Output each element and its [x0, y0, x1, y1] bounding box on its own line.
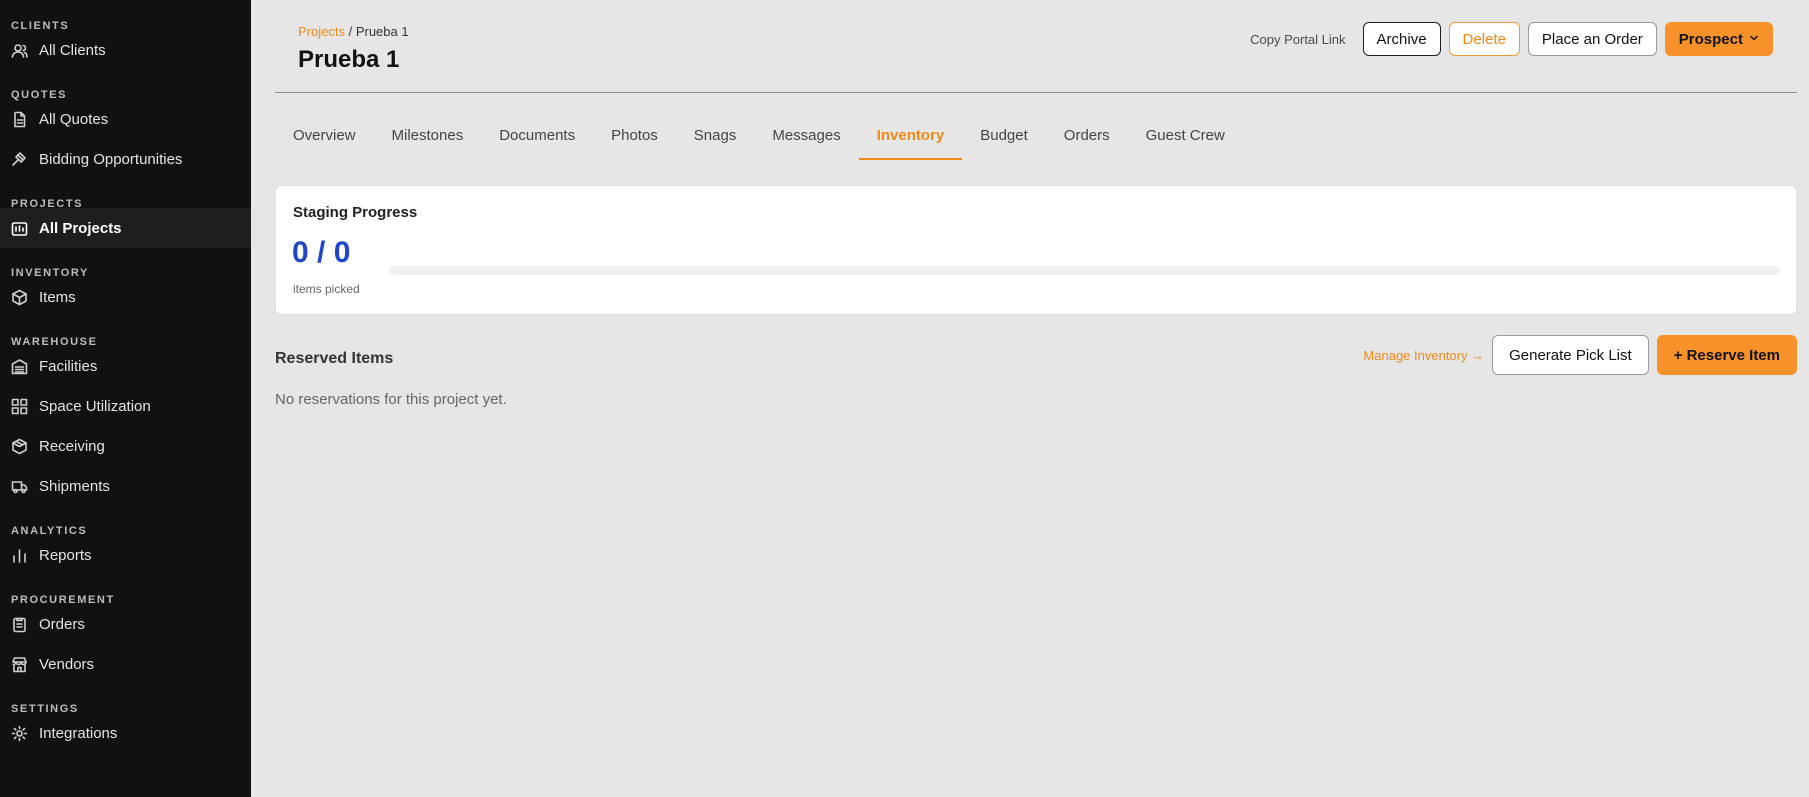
gavel-icon	[11, 151, 28, 168]
staging-progress-card: Staging Progress 0 / 0 items picked	[275, 185, 1797, 315]
page-header: Projects / Prueba 1 Prueba 1 Copy Portal…	[275, 0, 1797, 93]
sidebar-section-projects: PROJECTS All Projects	[0, 192, 251, 248]
sidebar-section-label: CLIENTS	[11, 20, 70, 32]
sidebar-item-bidding-opportunities[interactable]: Bidding Opportunities	[0, 139, 251, 179]
warehouse-icon	[11, 358, 28, 375]
header-actions: Copy Portal Link Archive Delete Place an…	[1250, 22, 1773, 56]
page-title: Prueba 1	[298, 46, 400, 73]
sidebar-item-vendors[interactable]: Vendors	[0, 644, 251, 684]
sidebar-item-label: Space Utilization	[39, 397, 151, 415]
sidebar-item-label: Orders	[39, 615, 85, 633]
sidebar-section-procurement: PROCUREMENT Orders Vendors	[0, 588, 251, 684]
sidebar-section-clients: CLIENTS All Clients	[0, 14, 251, 70]
reserved-items-actions: Manage Inventory → Generate Pick List + …	[1363, 335, 1797, 375]
projects-icon	[11, 220, 28, 237]
clipboard-icon	[11, 616, 28, 633]
sidebar: CLIENTS All Clients QUOTES All Quotes Biddin…	[0, 0, 251, 797]
main-content: Projects / Prueba 1 Prueba 1 Copy Portal…	[251, 0, 1809, 797]
staging-progress-title: Staging Progress	[293, 204, 418, 221]
sidebar-item-label: All Quotes	[39, 110, 109, 128]
sidebar-item-all-quotes[interactable]: All Quotes	[0, 99, 251, 139]
sidebar-item-orders[interactable]: Orders	[0, 604, 251, 644]
truck-icon	[11, 478, 28, 495]
sidebar-item-items[interactable]: Items	[0, 277, 251, 317]
archive-button[interactable]: Archive	[1362, 22, 1441, 56]
breadcrumb: Projects / Prueba 1	[298, 24, 409, 39]
sidebar-section-label: PROCUREMENT	[11, 594, 115, 606]
staging-progress-count: 0 / 0	[292, 236, 351, 269]
tab-photos[interactable]: Photos	[593, 93, 676, 160]
package-icon	[11, 438, 28, 455]
sidebar-item-integrations[interactable]: Integrations	[0, 713, 251, 753]
sidebar-item-receiving[interactable]: Receiving	[0, 426, 251, 466]
sidebar-section-label: QUOTES	[11, 89, 68, 101]
sidebar-section-settings: SETTINGS Integrations	[0, 697, 251, 753]
gear-icon	[11, 725, 28, 742]
sidebar-section-label: ANALYTICS	[11, 525, 88, 537]
project-tabs: Overview Milestones Documents Photos Snags Me…	[275, 93, 1797, 160]
delete-button[interactable]: Delete	[1448, 22, 1520, 56]
sidebar-item-label: Items	[39, 288, 76, 306]
sidebar-section-warehouse: WAREHOUSE Facilities Space Utilization Rece…	[0, 330, 251, 506]
sidebar-item-label: Receiving	[39, 437, 105, 455]
tab-documents[interactable]: Documents	[481, 93, 593, 160]
sidebar-section-quotes: QUOTES All Quotes Bidding Opportunities	[0, 83, 251, 179]
tab-snags[interactable]: Snags	[676, 93, 755, 160]
chevron-down-icon	[1749, 33, 1759, 46]
manage-inventory-link[interactable]: Manage Inventory →	[1363, 348, 1484, 363]
status-dropdown-button[interactable]: Prospect	[1664, 22, 1773, 56]
sidebar-item-label: All Projects	[39, 219, 122, 237]
sidebar-section-inventory: INVENTORY Items	[0, 261, 251, 317]
staging-progress-caption: items picked	[293, 282, 360, 296]
sidebar-item-shipments[interactable]: Shipments	[0, 466, 251, 506]
box-icon	[11, 289, 28, 306]
copy-portal-link-button[interactable]: Copy Portal Link	[1250, 32, 1345, 47]
sidebar-section-label: SETTINGS	[11, 703, 79, 715]
breadcrumb-separator: /	[344, 24, 356, 39]
sidebar-item-facilities[interactable]: Facilities	[0, 346, 251, 386]
sidebar-item-all-clients[interactable]: All Clients	[0, 30, 251, 70]
sidebar-section-label: WAREHOUSE	[11, 336, 98, 348]
tab-inventory[interactable]: Inventory	[858, 93, 963, 160]
generate-pick-list-button[interactable]: Generate Pick List	[1492, 335, 1649, 375]
sidebar-section-label: PROJECTS	[11, 198, 84, 210]
staging-progress-bar	[389, 266, 1780, 275]
sidebar-item-space-utilization[interactable]: Space Utilization	[0, 386, 251, 426]
tab-messages[interactable]: Messages	[754, 93, 858, 160]
status-dropdown-label: Prospect	[1678, 30, 1743, 48]
sidebar-item-label: Bidding Opportunities	[39, 150, 183, 168]
breadcrumb-current: Prueba 1	[355, 24, 409, 39]
breadcrumb-projects-link[interactable]: Projects	[298, 24, 345, 39]
users-icon	[11, 42, 28, 59]
grid-icon	[11, 398, 28, 415]
sidebar-section-analytics: ANALYTICS Reports	[0, 519, 251, 575]
reserved-items-title: Reserved Items	[275, 350, 394, 367]
sidebar-section-label: INVENTORY	[11, 267, 89, 279]
document-icon	[11, 111, 28, 128]
tab-budget[interactable]: Budget	[962, 93, 1046, 160]
sidebar-item-all-projects[interactable]: All Projects	[0, 208, 251, 248]
tab-guest-crew[interactable]: Guest Crew	[1128, 93, 1243, 160]
sidebar-item-reports[interactable]: Reports	[0, 535, 251, 575]
sidebar-item-label: Reports	[39, 546, 92, 564]
store-icon	[11, 656, 28, 673]
sidebar-item-label: Shipments	[39, 477, 110, 495]
bar-chart-icon	[11, 547, 28, 564]
reserved-items-header: Reserved Items Manage Inventory → Genera…	[275, 335, 1797, 395]
sidebar-item-label: Vendors	[39, 655, 95, 673]
place-order-button[interactable]: Place an Order	[1527, 22, 1657, 56]
sidebar-item-label: Integrations	[39, 724, 118, 742]
sidebar-item-label: Facilities	[39, 357, 98, 375]
tab-orders[interactable]: Orders	[1046, 93, 1128, 160]
tab-overview[interactable]: Overview	[275, 93, 374, 160]
reserve-item-button[interactable]: + Reserve Item	[1656, 335, 1797, 375]
sidebar-item-label: All Clients	[39, 41, 106, 59]
tab-milestones[interactable]: Milestones	[374, 93, 482, 160]
